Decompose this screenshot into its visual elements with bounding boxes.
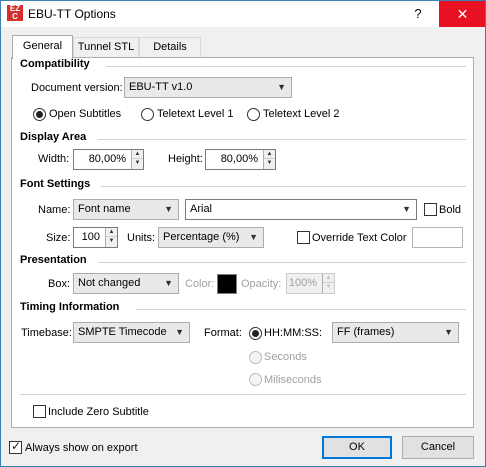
format-hhmmss-label: HH:MM:SS <box>264 327 319 339</box>
opacity-spinner[interactable]: ▲ ▼ <box>322 274 334 293</box>
include-zero-subtitle-checkbox[interactable] <box>33 405 46 418</box>
tab-general[interactable]: General <box>12 35 73 59</box>
height-spinner[interactable]: ▲ ▼ <box>263 150 275 169</box>
timebase-value: SMPTE Timecode <box>78 326 167 338</box>
tab-details[interactable]: Details <box>139 37 201 57</box>
width-label: Width: <box>38 153 70 165</box>
bold-label: Bold <box>439 204 462 216</box>
chevron-down-icon: ▼ <box>164 204 173 214</box>
format-seconds-label: Seconds <box>264 351 307 363</box>
teletext-level-1-radio[interactable] <box>141 108 154 121</box>
document-version-value: EBU-TT v1.0 <box>129 81 193 93</box>
units-select[interactable]: Percentage (%) ▼ <box>158 227 264 248</box>
presentation-divider <box>98 262 466 263</box>
timebase-label: Timebase: <box>21 327 72 339</box>
close-button[interactable]: ✕ <box>439 1 486 27</box>
box-label: Box: <box>48 278 71 290</box>
document-version-label: Document version: <box>31 82 123 94</box>
timebase-select[interactable]: SMPTE Timecode ▼ <box>73 322 190 343</box>
format-separator: : <box>319 327 323 339</box>
format-hhmmss-radio[interactable] <box>249 327 262 340</box>
bold-checkbox[interactable] <box>424 203 437 216</box>
width-spinner[interactable]: ▲ ▼ <box>131 150 143 169</box>
frames-value: FF (frames) <box>337 326 395 338</box>
font-settings-divider <box>101 186 466 187</box>
font-name-label: Name: <box>38 204 71 216</box>
spin-up-icon[interactable]: ▲ <box>264 150 275 159</box>
spin-down-icon[interactable]: ▼ <box>132 159 143 168</box>
spin-up-icon[interactable]: ▲ <box>132 150 143 159</box>
override-text-color-checkbox[interactable] <box>297 231 310 244</box>
height-value: 80,00% <box>220 153 258 165</box>
chevron-down-icon: ▼ <box>175 327 184 337</box>
presentation-header: Presentation <box>20 254 87 266</box>
chevron-down-icon: ▼ <box>277 82 286 92</box>
teletext-level-2-radio[interactable] <box>247 108 260 121</box>
box-select[interactable]: Not changed ▼ <box>73 273 179 294</box>
window-title: EBU-TT Options <box>28 7 116 21</box>
chevron-down-icon: ▼ <box>249 232 258 242</box>
tab-tunnel-stl[interactable]: Tunnel STL <box>73 37 139 57</box>
chevron-down-icon: ▼ <box>164 278 173 288</box>
format-miliseconds-radio[interactable] <box>249 373 262 386</box>
font-name-mode-value: Font name <box>78 203 131 215</box>
opacity-label: Opacity: <box>241 278 282 290</box>
font-settings-header: Font Settings <box>20 178 91 190</box>
override-text-color-label: Override Text Color <box>312 232 407 244</box>
chevron-down-icon: ▼ <box>402 204 411 214</box>
width-value: 80,00% <box>88 153 126 165</box>
compatibility-divider <box>106 66 466 67</box>
timing-divider <box>136 309 466 310</box>
always-show-on-export-checkbox[interactable] <box>9 439 22 454</box>
spin-down-icon[interactable]: ▼ <box>264 159 275 168</box>
font-size-value: 100 <box>81 231 100 243</box>
app-icon: EZ C <box>7 5 23 21</box>
override-text-color-input[interactable] <box>412 227 463 248</box>
font-size-label: Size: <box>46 232 71 244</box>
font-family-select[interactable]: Arial ▼ <box>185 199 417 220</box>
height-label: Height: <box>168 153 203 165</box>
teletext-level-1-label: Teletext Level 1 <box>157 108 234 120</box>
open-subtitles-radio[interactable] <box>33 108 46 121</box>
box-color-swatch[interactable] <box>217 274 237 294</box>
open-subtitles-label: Open Subtitles <box>49 108 122 120</box>
units-label: Units: <box>127 232 156 244</box>
help-button[interactable]: ? <box>404 1 432 27</box>
format-miliseconds-label: Miliseconds <box>264 374 322 386</box>
timing-header: Timing Information <box>20 301 120 313</box>
units-value: Percentage (%) <box>163 231 240 243</box>
format-seconds-radio[interactable] <box>249 351 262 364</box>
always-show-on-export-label: Always show on export <box>25 442 138 454</box>
font-name-mode-select[interactable]: Font name ▼ <box>73 199 179 220</box>
font-family-value: Arial <box>190 203 213 215</box>
panel-bottom-divider <box>20 394 466 395</box>
format-label: Format: <box>204 327 242 339</box>
frames-select[interactable]: FF (frames) ▼ <box>332 322 459 343</box>
display-area-divider <box>98 139 466 140</box>
opacity-value: 100% <box>288 277 317 289</box>
title-bar: EZ C EBU-TT Options ? ✕ <box>0 0 486 27</box>
spin-up-icon[interactable]: ▲ <box>323 274 334 283</box>
box-value: Not changed <box>78 277 141 289</box>
font-size-spinner[interactable]: ▲ ▼ <box>105 228 117 247</box>
spin-up-icon[interactable]: ▲ <box>106 228 117 237</box>
compatibility-header: Compatibility <box>20 58 90 70</box>
cancel-button[interactable]: Cancel <box>402 436 474 459</box>
include-zero-subtitle-label: Include Zero Subtitle <box>48 406 149 418</box>
chevron-down-icon: ▼ <box>444 327 453 337</box>
document-version-select[interactable]: EBU-TT v1.0 ▼ <box>124 77 292 98</box>
spin-down-icon[interactable]: ▼ <box>323 283 334 292</box>
teletext-level-2-label: Teletext Level 2 <box>263 108 340 120</box>
ok-button[interactable]: OK <box>322 436 392 459</box>
display-area-header: Display Area <box>20 131 87 143</box>
spin-down-icon[interactable]: ▼ <box>106 237 117 246</box>
box-color-label: Color: <box>185 278 215 290</box>
